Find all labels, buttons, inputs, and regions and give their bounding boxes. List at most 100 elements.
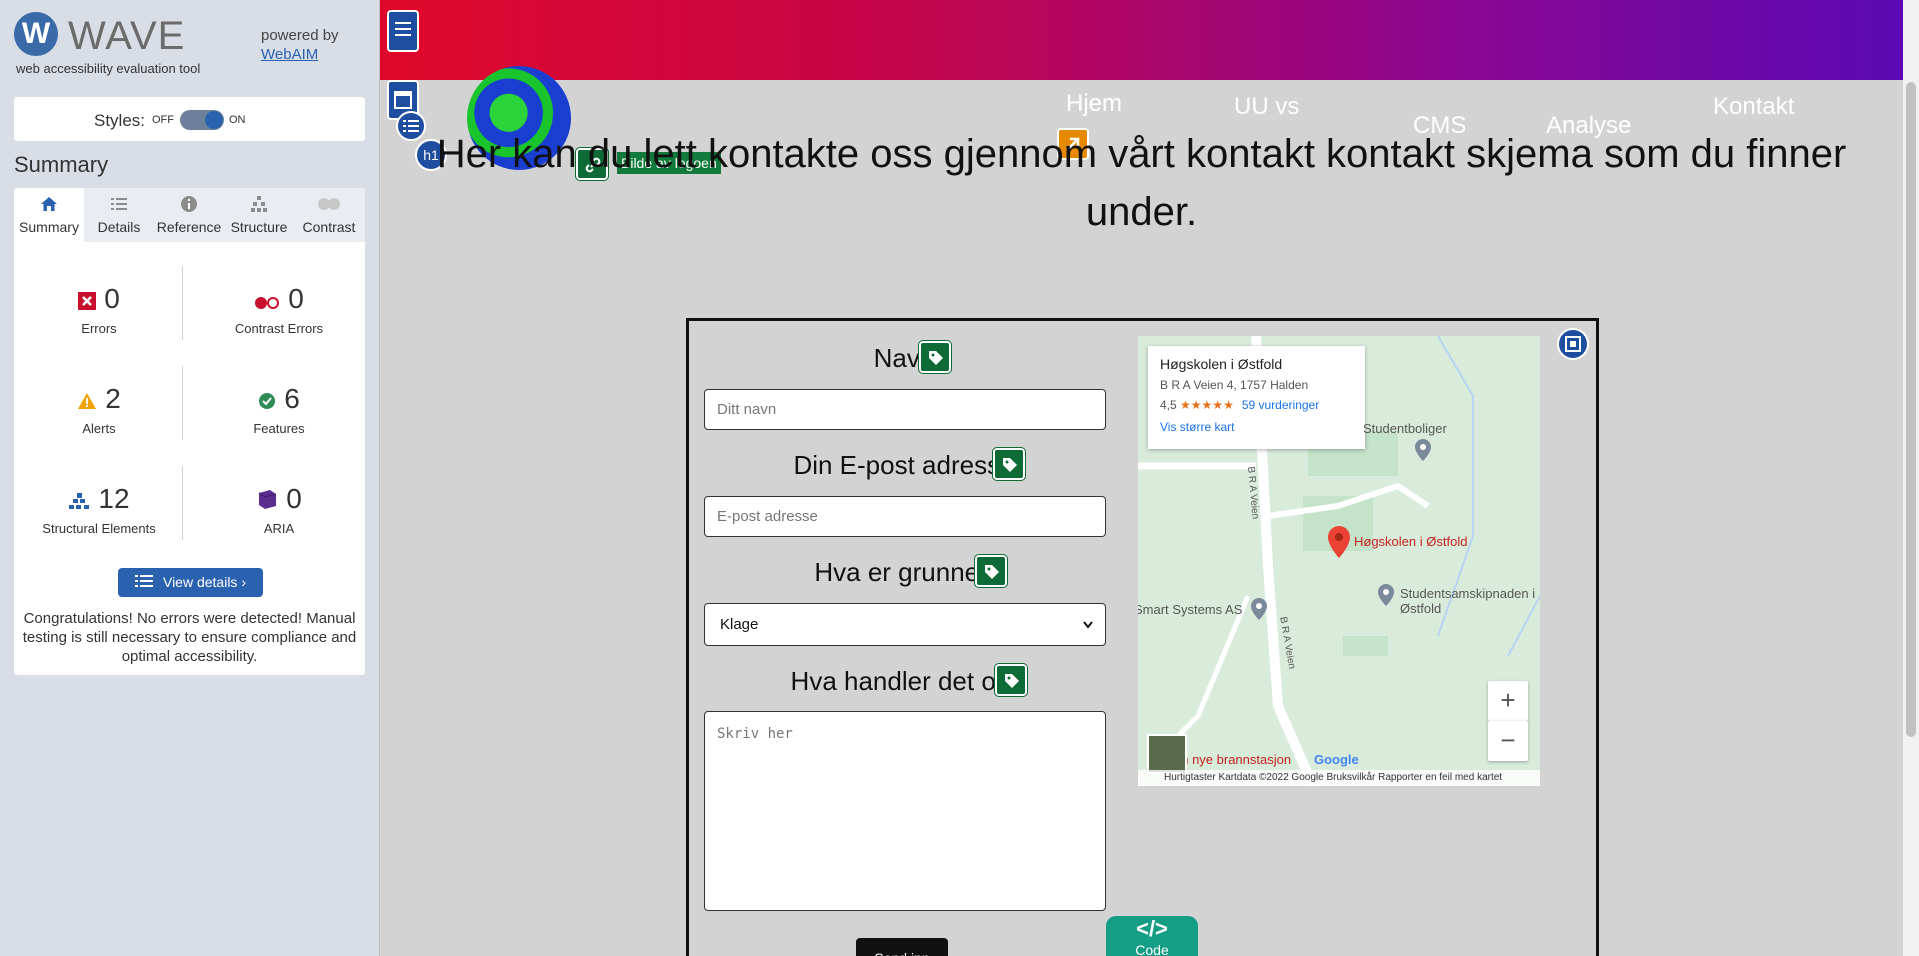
contrast-errors-stat[interactable]: 0 Contrast Errors xyxy=(194,283,364,336)
page-scrollbar[interactable] xyxy=(1903,0,1919,956)
tab-structure-label: Structure xyxy=(230,219,288,235)
code-label: Code xyxy=(1135,942,1169,956)
map-info-card: Høgskolen i Østfold B R A Veien 4, 1757 … xyxy=(1148,346,1365,449)
errors-label: Errors xyxy=(81,320,117,336)
info-icon xyxy=(154,195,224,215)
map-footer: Hurtigtaster Kartdata ©2022 Google Bruks… xyxy=(1138,770,1540,786)
view-details-button[interactable]: View details › xyxy=(118,568,263,597)
star-rating-icon: ★★★★★ xyxy=(1180,398,1234,412)
map-pin-icon xyxy=(1251,598,1267,625)
features-count: 6 xyxy=(284,383,300,414)
wave-structure-marker-icon[interactable] xyxy=(387,10,419,52)
map-reviews-link[interactable]: 59 vurderinger xyxy=(1242,398,1319,412)
hierarchy-icon xyxy=(224,195,294,215)
tab-contrast-label: Contrast xyxy=(302,219,356,235)
stat-divider xyxy=(182,366,183,440)
structural-elements-stat[interactable]: 12 Structural Elements xyxy=(14,483,184,536)
site-header-bar xyxy=(380,0,1903,80)
tab-structure[interactable]: Structure xyxy=(224,188,294,242)
tab-details-label: Details xyxy=(97,219,141,235)
zoom-in-button[interactable]: + xyxy=(1488,681,1528,721)
contrast-errors-count: 0 xyxy=(288,283,304,314)
tag-icon[interactable] xyxy=(994,663,1028,697)
styles-toggle-row: Styles: OFF ON xyxy=(14,97,365,141)
wave-logo-icon: W xyxy=(14,12,58,56)
nav-link-uu-vs[interactable]: UU vs xyxy=(1234,93,1299,121)
map-label-studentboliger: Studentboliger xyxy=(1363,421,1447,436)
home-icon xyxy=(14,195,84,215)
map-rating: 4,5 xyxy=(1160,398,1177,412)
nav-link-hjem[interactable]: Hjem xyxy=(1066,90,1122,118)
zoom-out-button[interactable]: − xyxy=(1488,721,1528,761)
aria-stat[interactable]: 0 ARIA xyxy=(194,483,364,536)
email-label: Din E-post adresse xyxy=(793,450,1015,480)
tag-icon[interactable] xyxy=(974,554,1008,588)
contrast-errors-label: Contrast Errors xyxy=(234,320,324,336)
google-map[interactable]: Høgskolen i Østfold B R A Veien 4, 1757 … xyxy=(1138,336,1540,786)
aria-icon xyxy=(256,485,278,517)
map-place-name: Høgskolen i Østfold xyxy=(1160,356,1283,372)
errors-stat[interactable]: 0 Errors xyxy=(14,283,184,336)
alerts-stat[interactable]: 2 Alerts xyxy=(14,383,184,436)
reason-label: Hva er grunnen xyxy=(814,557,994,587)
contrast-icon xyxy=(294,195,364,215)
contrast-error-icon xyxy=(254,285,280,317)
map-pin-icon xyxy=(1415,439,1431,466)
map-red-pin-icon xyxy=(1328,526,1350,563)
summary-panel: Summary Details Reference Structure Cont… xyxy=(14,188,365,675)
alerts-count: 2 xyxy=(105,383,121,414)
wave-code-button[interactable]: </> Code xyxy=(1106,916,1198,956)
tab-reference[interactable]: Reference xyxy=(154,188,224,242)
structural-elements-label: Structural Elements xyxy=(42,520,156,536)
map-street-view-icon[interactable] xyxy=(1147,734,1187,774)
structural-elements-count: 12 xyxy=(98,483,130,514)
map-address: B R A Veien 4, 1757 Halden xyxy=(1160,378,1309,392)
error-icon xyxy=(78,285,97,317)
nav-link-kontakt[interactable]: Kontakt xyxy=(1713,93,1794,121)
styles-label: Styles: xyxy=(94,111,146,130)
about-textarea[interactable]: Skriv her xyxy=(704,711,1106,911)
styles-toggle[interactable] xyxy=(180,110,224,130)
view-details-label: View details › xyxy=(162,574,246,590)
features-label: Features xyxy=(253,420,305,436)
map-pin-icon xyxy=(1378,584,1394,611)
reason-select[interactable]: Klage xyxy=(704,603,1106,646)
wave-iframe-marker-icon[interactable] xyxy=(1557,328,1589,360)
errors-count: 0 xyxy=(104,283,120,314)
aria-label: ARIA xyxy=(263,520,295,536)
name-label: Navn xyxy=(873,343,935,373)
alerts-label: Alerts xyxy=(82,420,116,436)
feature-icon xyxy=(258,385,276,417)
map-label-brannstasjon: en nye brannstasjon xyxy=(1174,752,1292,767)
tab-contrast[interactable]: Contrast xyxy=(294,188,364,242)
screen: { "wave": { "logo_letter": "W", "name": … xyxy=(0,0,1919,956)
structure-icon xyxy=(68,485,90,517)
map-label-hiof: Høgskolen i Østfold xyxy=(1354,534,1468,549)
tag-icon[interactable] xyxy=(918,340,952,374)
contact-form: Navn Ditt navn Din E-post adresse E-post… xyxy=(686,318,1599,956)
features-stat[interactable]: 6 Features xyxy=(194,383,364,436)
tag-icon[interactable] xyxy=(992,447,1026,481)
wave-title: WAVE xyxy=(68,14,186,58)
webaim-link[interactable]: WebAIM xyxy=(261,46,318,63)
congrats-message: Congratulations! No errors were detected… xyxy=(22,610,357,665)
name-input[interactable]: Ditt navn xyxy=(704,389,1106,430)
email-input[interactable]: E-post adresse xyxy=(704,496,1106,537)
styles-off-label: OFF xyxy=(152,114,174,126)
scrollbar-thumb[interactable] xyxy=(1906,82,1916,737)
list-icon xyxy=(134,569,153,598)
wave-sidebar: W WAVE web accessibility evaluation tool… xyxy=(0,0,380,956)
about-label: Hva handler det om xyxy=(790,666,1018,696)
tab-reference-label: Reference xyxy=(156,219,222,235)
map-label-studentsamskipnaden: Studentsamskipnaden i Østfold xyxy=(1400,586,1536,616)
tab-details[interactable]: Details xyxy=(84,188,154,242)
tab-summary[interactable]: Summary xyxy=(14,188,84,242)
tab-summary-label: Summary xyxy=(19,219,79,235)
powered-by-text: powered by xyxy=(261,27,339,44)
reason-select-value: Klage xyxy=(720,616,759,633)
summary-title: Summary xyxy=(14,152,109,177)
map-larger-link[interactable]: Vis større kart xyxy=(1160,420,1353,434)
submit-button[interactable]: Send inn xyxy=(856,938,948,956)
styles-on-label: ON xyxy=(229,114,246,126)
stat-divider xyxy=(182,466,183,540)
